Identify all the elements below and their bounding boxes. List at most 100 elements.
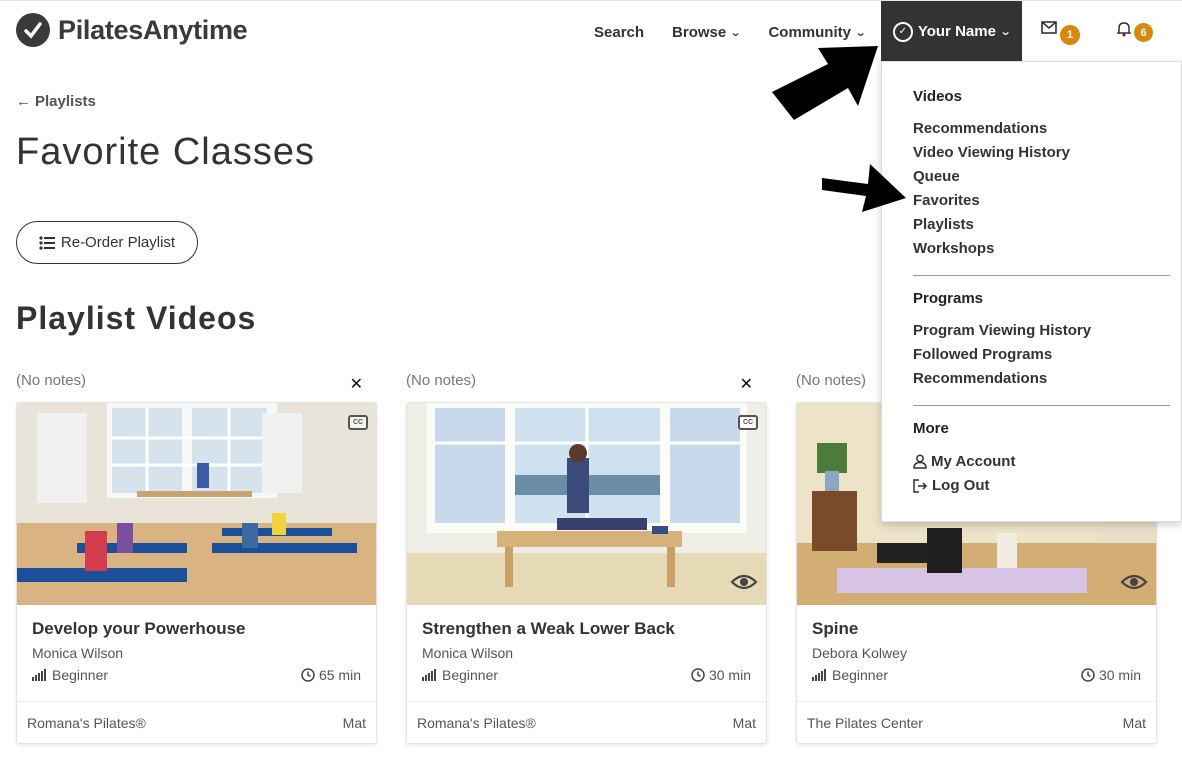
user-name: Your Name (917, 23, 996, 40)
menu-item-playlists[interactable]: Playlists (913, 216, 974, 233)
card-meta: Beginner 65 min (32, 667, 361, 683)
chevron-down-icon: ⌄ (999, 26, 1012, 38)
category[interactable]: Mat (1123, 715, 1146, 731)
instructor-name[interactable]: Monica Wilson (422, 645, 751, 661)
nav-community[interactable]: Community ⌄ (768, 23, 866, 41)
instructor-name[interactable]: Debora Kolwey (812, 645, 1141, 661)
pilates-style[interactable]: The Pilates Center (807, 715, 923, 731)
logo[interactable]: PilatesAnytime (16, 13, 248, 47)
video-title[interactable]: Develop your Powerhouse (32, 619, 361, 639)
card-body: Strengthen a Weak Lower Back Monica Wils… (407, 605, 766, 702)
clock-icon (301, 668, 315, 682)
logo-text: PilatesAnytime (58, 14, 248, 45)
duration: 30 min (1081, 667, 1141, 683)
more-heading: More (913, 420, 949, 437)
duration: 30 min (691, 667, 751, 683)
thumbnail-image (17, 403, 376, 605)
duration-label: 30 min (1098, 667, 1141, 683)
playlist-item: (No notes) ✕ CC Strengthen a Weak Lower B… (406, 372, 767, 744)
menu-item-program-recommendations[interactable]: Recommendations (913, 370, 1047, 387)
menu-item-recommendations[interactable]: Recommendations (913, 120, 1047, 137)
section-title: Playlist Videos (16, 300, 257, 336)
level-label: Beginner (442, 667, 499, 683)
menu-item-program-viewing-history[interactable]: Program Viewing History (913, 322, 1091, 339)
playlist-item: (No notes) ✕ CC Develop your Powerhouse M… (16, 372, 377, 744)
level: Beginner (812, 667, 888, 683)
notes-text: (No notes) (796, 372, 867, 389)
site-header: PilatesAnytime Search Browse ⌄ Community ⌄… (0, 0, 1182, 62)
level: Beginner (422, 667, 498, 683)
remove-item-button[interactable]: ✕ (740, 374, 753, 394)
video-title[interactable]: Spine (812, 619, 1141, 639)
list-icon (39, 235, 55, 250)
level-label: Beginner (52, 667, 109, 683)
level-bars-icon (422, 669, 436, 681)
card-meta: Beginner 30 min (422, 667, 751, 683)
remove-item-button[interactable]: ✕ (350, 374, 363, 394)
card-footer: Romana's Pilates® Mat (17, 702, 376, 743)
video-title[interactable]: Strengthen a Weak Lower Back (422, 619, 751, 639)
reorder-label: Re-Order Playlist (60, 234, 176, 251)
notes-text: (No notes) (406, 372, 477, 389)
menu-item-favorites[interactable]: Favorites (913, 192, 980, 209)
instructor-name[interactable]: Monica Wilson (32, 645, 361, 661)
pilates-style[interactable]: Romana's Pilates® (417, 715, 536, 731)
menu-item-workshops[interactable]: Workshops (913, 240, 994, 257)
duration-label: 30 min (708, 667, 751, 683)
arrow-left-icon: ← (16, 93, 31, 110)
clock-icon (691, 668, 705, 682)
level: Beginner (32, 667, 108, 683)
watched-eye-icon (1120, 574, 1148, 590)
messages-button[interactable]: 1 (1041, 21, 1080, 45)
notifications-badge: 6 (1134, 23, 1153, 42)
video-thumbnail[interactable]: CC (17, 403, 376, 605)
user-icon (913, 454, 927, 469)
item-notes: (No notes) ✕ (16, 372, 377, 394)
closed-captions-icon: CC (738, 415, 758, 430)
pilates-style[interactable]: Romana's Pilates® (27, 715, 146, 731)
user-menu-button[interactable]: ✓ Your Name ⌄ (881, 1, 1022, 62)
nav-browse[interactable]: Browse ⌄ (672, 23, 742, 41)
category[interactable]: Mat (343, 715, 366, 731)
thumbnail-image (407, 403, 766, 605)
log-out-label: Log Out (932, 477, 990, 494)
level-label: Beginner (832, 667, 889, 683)
menu-item-video-viewing-history[interactable]: Video Viewing History (913, 144, 1070, 161)
videos-heading: Videos (913, 88, 962, 105)
notifications-button[interactable]: 6 (1117, 21, 1153, 42)
nav-search[interactable]: Search (594, 24, 644, 41)
reorder-playlist-button[interactable]: Re-Order Playlist (16, 221, 198, 264)
video-thumbnail[interactable]: CC (407, 403, 766, 605)
level-bars-icon (32, 669, 46, 681)
menu-item-log-out[interactable]: Log Out (913, 477, 989, 494)
video-card[interactable]: CC Develop your Powerhouse Monica Wilson… (16, 402, 377, 744)
mail-icon (1041, 21, 1057, 34)
annotation-arrow-icon (772, 46, 878, 120)
closed-captions-icon: CC (348, 415, 368, 430)
menu-item-queue[interactable]: Queue (913, 168, 960, 185)
chevron-down-icon: ⌄ (729, 26, 742, 39)
menu-divider (913, 405, 1170, 406)
card-body: Spine Debora Kolwey Beginner 30 min (797, 605, 1156, 702)
user-check-icon: ✓ (892, 21, 913, 42)
duration-label: 65 min (318, 667, 361, 683)
level-bars-icon (812, 669, 826, 681)
nav-community-label: Community (768, 23, 851, 41)
my-account-label: My Account (931, 453, 1016, 470)
sign-out-icon (913, 478, 928, 493)
video-card[interactable]: CC Strengthen a Weak Lower Back Monica W… (406, 402, 767, 744)
category[interactable]: Mat (733, 715, 756, 731)
back-to-playlists-link[interactable]: ← Playlists (16, 93, 96, 110)
bell-icon (1117, 22, 1131, 37)
notes-text: (No notes) (16, 372, 87, 389)
nav-search-label: Search (594, 23, 645, 41)
menu-item-my-account[interactable]: My Account (913, 453, 1015, 470)
card-body: Develop your Powerhouse Monica Wilson Be… (17, 605, 376, 702)
menu-divider (913, 275, 1170, 276)
card-meta: Beginner 30 min (812, 667, 1141, 683)
watched-eye-icon (730, 574, 758, 590)
menu-item-followed-programs[interactable]: Followed Programs (913, 346, 1052, 363)
clock-icon (1081, 668, 1095, 682)
card-footer: Romana's Pilates® Mat (407, 702, 766, 743)
nav-browse-label: Browse (672, 23, 727, 41)
